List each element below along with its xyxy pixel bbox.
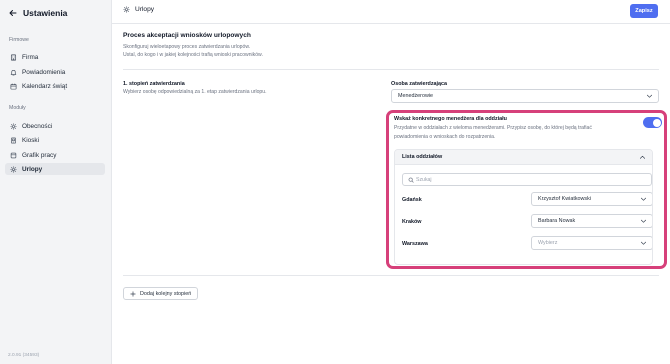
gear-icon	[10, 165, 17, 173]
sidebar-item-label: Kalendarz świąt	[22, 82, 68, 90]
sidebar-section-company: Firmowe	[9, 37, 29, 43]
branch-list: Lista oddziałów Gdańsk Krzysztof Kwiatko…	[394, 149, 653, 265]
toggle-knob	[652, 118, 661, 127]
branch-manager-select-placeholder: Wybierz	[538, 240, 558, 246]
branch-label-krakow: Kraków	[402, 219, 422, 225]
chevron-up-icon	[639, 155, 646, 159]
approver-select-value: Menedżerowie	[398, 93, 434, 99]
sidebar-item-firma[interactable]: Firma	[5, 51, 105, 63]
page-header-title: Urlopy	[123, 6, 154, 13]
plus-icon	[130, 290, 136, 297]
save-button[interactable]: Zapisz	[630, 4, 658, 18]
add-step-label: Dodaj kolejny stopień	[140, 290, 192, 297]
branch-label-gdansk: Gdańsk	[402, 197, 422, 203]
branch-manager-select-value: Krzysztof Kwiatkowski	[538, 196, 592, 202]
back-to-settings[interactable]: Ustawienia	[9, 7, 67, 19]
chevron-down-icon	[640, 241, 647, 245]
gear-icon	[10, 122, 17, 130]
approver-label: Osoba zatwierdzająca	[391, 81, 448, 87]
calendar-icon	[10, 83, 17, 89]
branch-manager-description: Przydatne w oddziałach z wieloma menedże…	[394, 124, 624, 141]
page-title: Urlopy	[135, 6, 155, 13]
sidebar-section-modules: Moduły	[9, 105, 26, 111]
branch-manager-select-gdansk[interactable]: Krzysztof Kwiatkowski	[531, 192, 652, 206]
branch-manager-title: Wskaż konkretnego menedżera dla oddziału	[394, 116, 507, 122]
page-header: Urlopy Zapisz	[112, 0, 670, 24]
section-description: Skonfiguruj wieloetapowy proces zatwierd…	[123, 43, 353, 59]
bell-icon	[10, 69, 17, 75]
search-input[interactable]	[416, 174, 646, 185]
branch-label-warszawa: Warszawa	[402, 241, 428, 247]
sidebar-title: Ustawienia	[23, 8, 68, 18]
kiosk-icon	[11, 137, 16, 143]
chevron-down-icon	[646, 94, 653, 98]
add-step-button[interactable]: Dodaj kolejny stopień	[123, 287, 199, 300]
branch-manager-toggle[interactable]	[643, 117, 662, 128]
branch-manager-panel: Wskaż konkretnego menedżera dla oddziału…	[386, 110, 667, 269]
branch-manager-description-line: Przydatne w oddziałach z wieloma menedże…	[394, 125, 592, 131]
branch-manager-select-value: Barbara Nowak	[538, 218, 576, 224]
approver-select[interactable]: Menedżerowie	[391, 89, 659, 103]
section-description-line: Ustal, do kogo i w jakiej kolejności tra…	[123, 52, 263, 58]
step-description: Wybierz osobę odpowiedzialną za 1. etap …	[123, 89, 267, 95]
sidebar-item-powiadomienia[interactable]: Powiadomienia	[5, 66, 105, 78]
chevron-down-icon	[640, 197, 647, 201]
sidebar-item-label: Urlopy	[22, 165, 43, 173]
sidebar-item-label: Powiadomienia	[22, 68, 66, 76]
building-icon	[10, 54, 17, 60]
branch-list-title: Lista oddziałów	[402, 154, 443, 160]
sidebar-item-kalendarz[interactable]: Kalendarz świąt	[5, 80, 105, 92]
sidebar-item-grafik[interactable]: Grafik pracy	[5, 149, 105, 161]
sidebar: Ustawienia Firmowe Firma Powiadomienia K…	[0, 0, 112, 364]
section-description-line: Skonfiguruj wieloetapowy proces zatwierd…	[123, 44, 251, 50]
chevron-down-icon	[640, 219, 647, 223]
search-icon	[408, 177, 414, 183]
sidebar-item-label: Firma	[22, 53, 39, 61]
sidebar-item-kioski[interactable]: Kioski	[5, 134, 105, 146]
divider	[123, 275, 659, 276]
divider	[123, 69, 659, 70]
sidebar-item-label: Kioski	[22, 136, 40, 144]
branch-manager-description-line: powiadomienia o wnioskach do rozpatrzeni…	[394, 133, 496, 140]
step-title: 1. stopień zatwierdzania	[123, 81, 185, 87]
branch-manager-select-warszawa[interactable]: Wybierz	[531, 236, 652, 250]
arrow-left-icon	[9, 10, 17, 16]
sidebar-item-urlopy[interactable]: Urlopy	[5, 163, 105, 175]
gear-icon	[123, 6, 130, 13]
branch-manager-select-krakow[interactable]: Barbara Nowak	[531, 214, 652, 228]
sidebar-item-label: Obecności	[22, 122, 53, 130]
sidebar-item-label: Grafik pracy	[22, 151, 57, 159]
branch-search[interactable]	[402, 173, 652, 186]
schedule-icon	[10, 152, 17, 158]
section-title: Proces akceptacji wniosków urlopowych	[123, 32, 251, 39]
branch-list-header[interactable]: Lista oddziałów	[395, 150, 652, 165]
sidebar-item-obecnosci[interactable]: Obecności	[5, 120, 105, 132]
app-version: 2.0.91 (34593)	[8, 353, 40, 358]
